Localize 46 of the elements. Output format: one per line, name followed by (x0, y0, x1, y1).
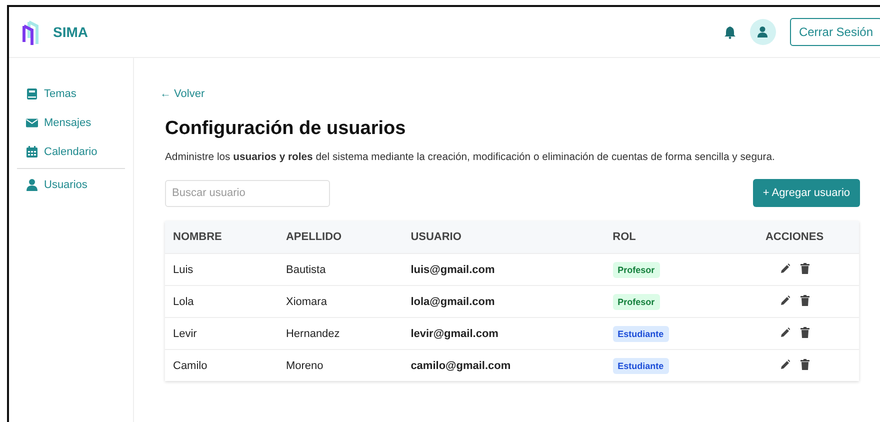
column-header: USUARIO (402, 221, 605, 254)
table-cell: Lola (165, 286, 278, 318)
edit-icon[interactable] (780, 262, 790, 274)
table-cell: Bautista (278, 254, 403, 286)
delete-icon[interactable] (800, 294, 810, 306)
logout-button[interactable]: Cerrar Sesión (790, 18, 880, 46)
edit-icon[interactable] (780, 326, 790, 338)
page-title: Configuración de usuarios (165, 118, 407, 140)
role-badge: Estudiante (612, 358, 669, 374)
sidebar-item[interactable]: Mensajes (26, 117, 125, 129)
delete-icon[interactable] (800, 262, 810, 274)
edit-icon[interactable] (780, 294, 790, 306)
table-cell: Hernandez (278, 318, 403, 350)
column-header: ACCIONES (730, 221, 859, 254)
book-icon (26, 88, 38, 100)
table-cell: camilo@gmail.com (402, 350, 605, 381)
column-header: NOMBRE (165, 221, 278, 254)
search-field[interactable]: Buscar usuario (165, 180, 330, 206)
table-cell: Moreno (278, 350, 403, 381)
role-badge: Profesor (612, 262, 660, 278)
brand-name: SIMA (53, 24, 88, 40)
table-cell: Levir (165, 318, 278, 350)
table-cell: lola@gmail.com (402, 286, 605, 318)
role-badge: Profesor (612, 294, 660, 310)
user-icon (26, 179, 38, 191)
table-cell: levir@gmail.com (402, 318, 605, 350)
sidebar-item[interactable]: Calendario (26, 146, 125, 158)
table-cell: Luis (165, 254, 278, 286)
column-header: ROL (604, 221, 730, 254)
calendar-icon (26, 146, 38, 158)
sidebar-item[interactable]: Temas (26, 88, 125, 100)
role-badge: Estudiante (612, 326, 669, 342)
envelope-icon (26, 117, 38, 129)
column-header: APELLIDO (278, 221, 403, 254)
edit-icon[interactable] (780, 358, 790, 370)
delete-icon[interactable] (800, 326, 810, 338)
page-description: Administre los usuarios y roles del sistema mediante la creación, modificación o eliminación de cuentas de forma sencilla y segura. (165, 152, 776, 163)
avatar[interactable] (750, 19, 776, 45)
sidebar-item[interactable]: Usuarios (26, 179, 125, 191)
delete-icon[interactable] (800, 358, 810, 370)
table-cell: luis@gmail.com (402, 254, 605, 286)
table-cell: Xiomara (278, 286, 403, 318)
add-user-button[interactable]: + Agregar usuario (752, 179, 860, 207)
bell-icon[interactable] (724, 26, 736, 38)
back-link[interactable]: ← Volver (160, 88, 860, 100)
table-cell: Camilo (165, 350, 278, 381)
